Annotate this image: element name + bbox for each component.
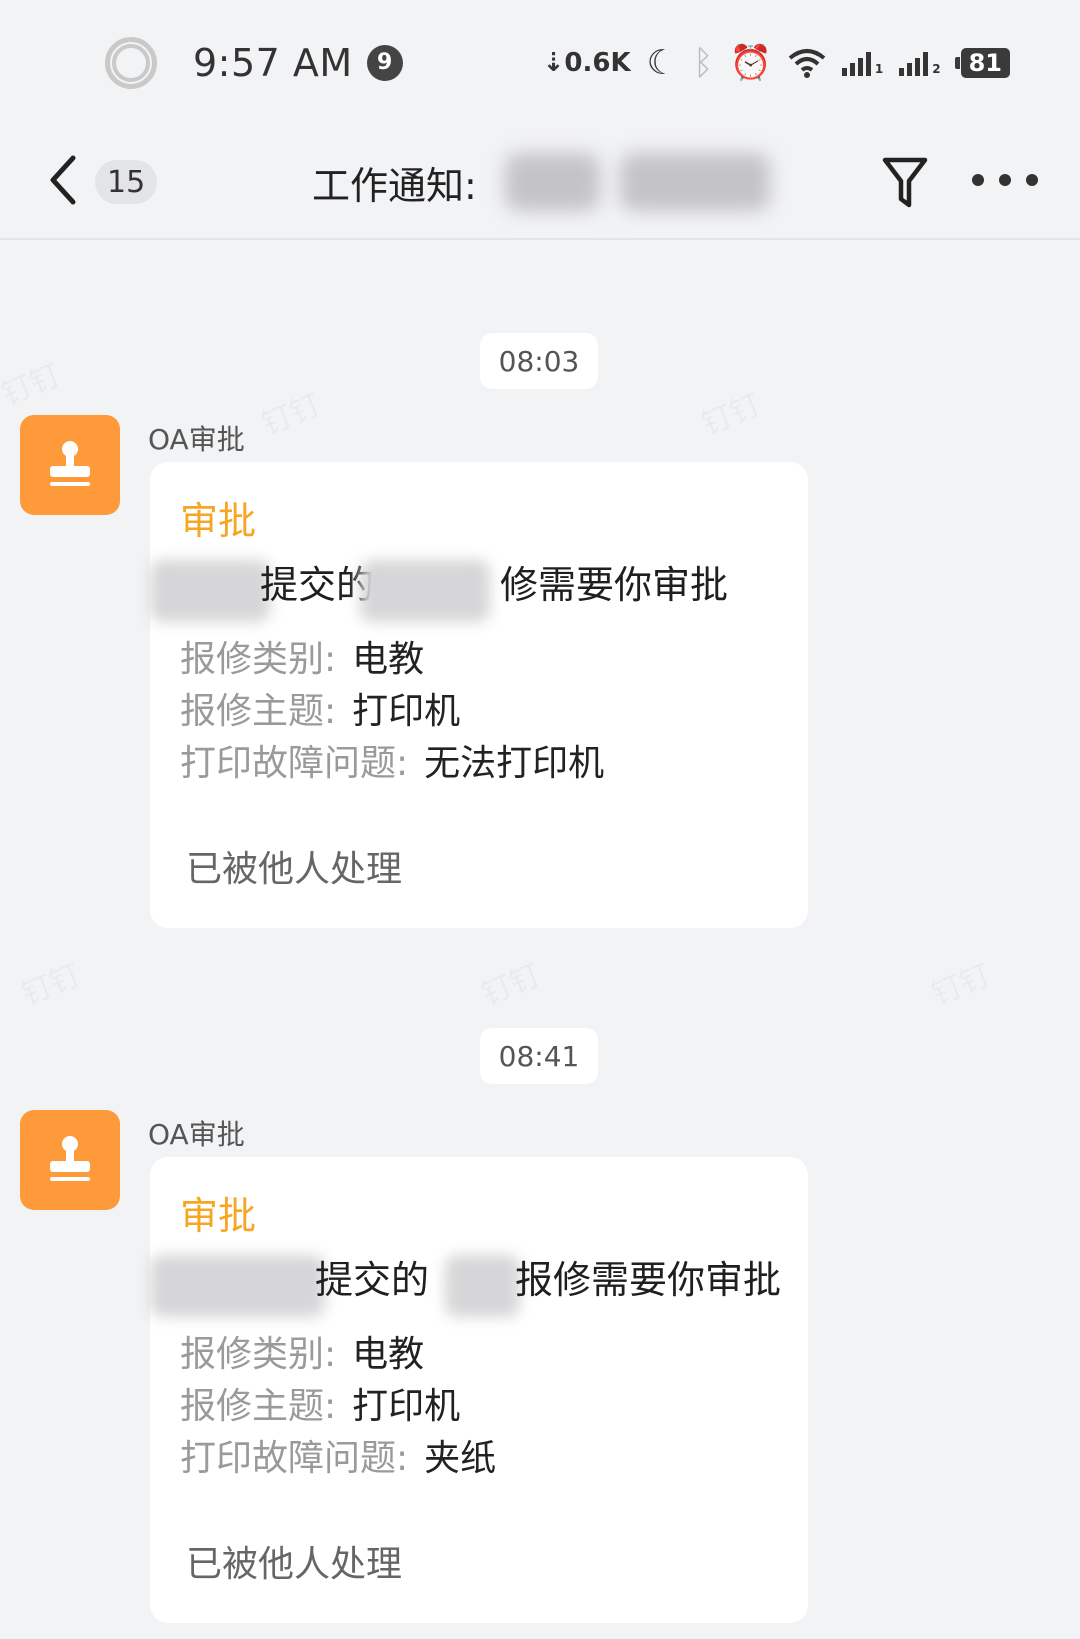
more-dots-icon xyxy=(972,174,984,186)
field-label: 打印故障问题: xyxy=(180,1438,409,1479)
filter-button[interactable] xyxy=(880,155,930,211)
redacted-title-part xyxy=(505,153,600,211)
card-field: 打印故障问题: 无法打印机 xyxy=(180,734,604,786)
card-status: 已被他人处理 xyxy=(186,849,403,890)
chat-header: 15 工作通知: xyxy=(0,125,1080,240)
field-value: 打印机 xyxy=(352,1386,461,1427)
field-value: 夹纸 xyxy=(424,1438,497,1479)
field-value: 电教 xyxy=(352,1334,425,1375)
status-time: 9:57 AM xyxy=(193,40,353,85)
field-label: 报修主题: xyxy=(180,1386,337,1427)
status-bar: 9:57 AM 9 ⇣0.6K ☾ ᛒ ⏰ 1 2 81 xyxy=(0,0,1080,125)
assistant-ring-icon xyxy=(105,36,157,89)
field-label: 打印故障问题: xyxy=(180,743,409,784)
sender-name: OA审批 xyxy=(148,1118,245,1151)
redacted-title-part xyxy=(620,153,770,211)
filter-icon xyxy=(882,157,928,208)
back-button[interactable] xyxy=(38,150,88,210)
bluetooth-icon: ᛒ xyxy=(693,42,714,83)
status-icons: ⇣0.6K ☾ ᛒ ⏰ 1 2 81 xyxy=(543,46,1010,80)
field-value: 无法打印机 xyxy=(424,743,605,784)
field-label: 报修主题: xyxy=(180,691,337,732)
chevron-left-icon xyxy=(50,155,76,205)
redacted-text xyxy=(150,560,270,622)
field-value: 打印机 xyxy=(352,691,461,732)
approval-card[interactable]: 审批 提交的 报修需要你审批 报修类别: 电教 报修主题: 打印机 打印故障问题: 夹… xyxy=(150,1157,808,1623)
signal-sim1-icon: 1 xyxy=(841,50,883,76)
card-field: 报修主题: 打印机 xyxy=(180,682,460,734)
card-summary: 提交的 xyxy=(315,1258,430,1302)
card-summary: 提交的 xyxy=(260,563,375,607)
field-label: 报修类别: xyxy=(180,639,337,680)
card-field: 报修类别: 电教 xyxy=(180,1325,424,1377)
alarm-icon: ⏰ xyxy=(729,42,772,83)
card-field: 报修类别: 电教 xyxy=(180,630,424,682)
signal-sim2-icon: 2 xyxy=(899,50,941,76)
unread-count-badge[interactable]: 15 xyxy=(95,160,158,204)
more-button[interactable] xyxy=(972,165,1038,195)
network-speed: ⇣0.6K xyxy=(542,47,631,78)
message-timestamp: 08:41 xyxy=(480,1028,598,1084)
stamp-icon xyxy=(50,1136,90,1181)
sender-name: OA审批 xyxy=(148,423,245,456)
card-field: 报修主题: 打印机 xyxy=(180,1377,460,1429)
card-type-label: 审批 xyxy=(180,499,257,543)
card-status: 已被他人处理 xyxy=(186,1544,403,1585)
sender-avatar[interactable] xyxy=(20,1110,120,1210)
field-value: 电教 xyxy=(352,639,425,680)
wifi-icon xyxy=(788,48,826,78)
message-timestamp: 08:03 xyxy=(480,333,598,389)
card-summary-tail: 修需要你审批 xyxy=(500,563,729,607)
stamp-icon xyxy=(50,441,90,486)
page-title: 工作通知: xyxy=(312,164,477,208)
sender-avatar[interactable] xyxy=(20,415,120,515)
approval-card[interactable]: 审批 提交的 修需要你审批 报修类别: 电教 报修主题: 打印机 打印故障问题: 无法… xyxy=(150,462,808,928)
battery-indicator: 81 xyxy=(954,47,1010,78)
field-label: 报修类别: xyxy=(180,1334,337,1375)
card-summary-tail: 报修需要你审批 xyxy=(515,1258,782,1302)
card-type-label: 审批 xyxy=(180,1194,257,1238)
redacted-text xyxy=(150,1255,325,1317)
redacted-text xyxy=(360,560,490,622)
moon-icon: ☾ xyxy=(646,42,678,83)
notification-count-badge: 9 xyxy=(366,44,403,81)
card-field: 打印故障问题: 夹纸 xyxy=(180,1429,496,1481)
redacted-text xyxy=(445,1255,520,1317)
